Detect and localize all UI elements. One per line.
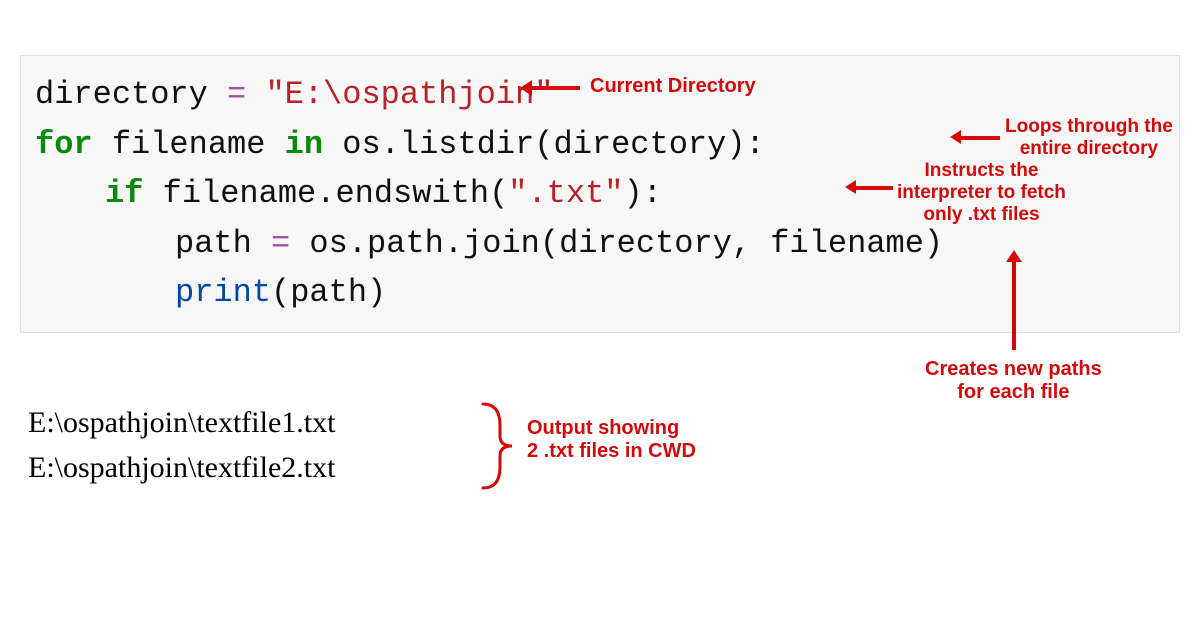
output-line: E:\ospathjoin\textfile2.txt: [28, 445, 335, 490]
annotation-instructs: Instructs the interpreter to fetch only …: [897, 160, 1066, 226]
annotation-current-directory: Current Directory: [590, 75, 756, 98]
code-token: os.path.join(directory, filename): [290, 225, 943, 262]
arrow-up-icon: [1012, 260, 1016, 350]
annotation-loops: Loops through the entire directory: [1005, 116, 1173, 160]
code-line-5: print(path): [35, 268, 1179, 318]
annotation-output: Output showing 2 .txt files in CWD: [527, 417, 696, 463]
code-token-keyword: in: [285, 126, 323, 163]
code-token: filename.endswith(: [143, 175, 508, 212]
code-token-func: print: [175, 274, 271, 311]
annotation-creates-paths: Creates new paths for each file: [925, 358, 1102, 404]
code-token: ):: [623, 175, 661, 212]
code-token: directory: [35, 76, 227, 113]
code-token: os.listdir(directory):: [323, 126, 765, 163]
code-token: filename: [93, 126, 285, 163]
code-token-string: "E:\ospathjoin": [265, 76, 553, 113]
code-token-keyword: for: [35, 126, 93, 163]
arrow-left-icon: [530, 86, 580, 90]
code-token: path: [175, 225, 271, 262]
code-token: =: [227, 76, 246, 113]
brace-icon: [478, 400, 518, 492]
output-line: E:\ospathjoin\textfile1.txt: [28, 400, 335, 445]
output-block: E:\ospathjoin\textfile1.txt E:\ospathjoi…: [28, 400, 335, 490]
arrow-left-icon: [960, 136, 1000, 140]
code-token: =: [271, 225, 290, 262]
arrow-left-icon: [855, 186, 893, 190]
code-token: [246, 76, 265, 113]
code-token-keyword: if: [105, 175, 143, 212]
code-token: (path): [271, 274, 386, 311]
code-token-string: ".txt": [508, 175, 623, 212]
